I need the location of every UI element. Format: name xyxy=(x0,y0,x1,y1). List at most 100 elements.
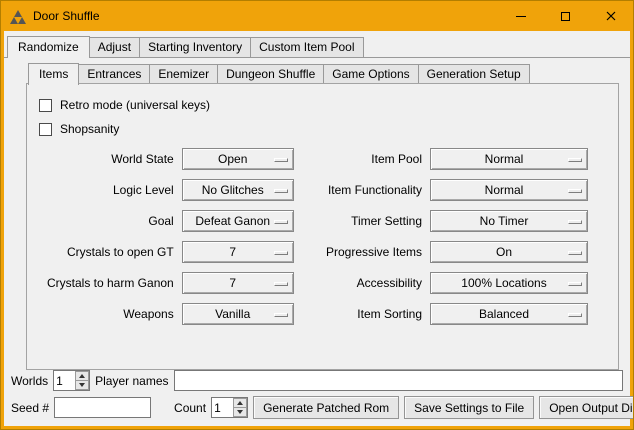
menu-indicator-icon xyxy=(274,220,288,224)
titlebar[interactable]: Door Shuffle xyxy=(1,1,633,31)
accessibility-dropdown[interactable]: 100% Locations xyxy=(430,272,588,294)
subtab-entrances[interactable]: Entrances xyxy=(78,64,150,84)
shopsanity-checkbox-row[interactable]: Shopsanity xyxy=(39,118,610,140)
menu-indicator-icon xyxy=(274,189,288,193)
seed-label: Seed # xyxy=(11,401,49,415)
maximize-button[interactable] xyxy=(543,1,588,31)
count-spinner-buttons xyxy=(233,398,247,417)
checkbox-unchecked-icon[interactable] xyxy=(39,99,52,112)
menu-indicator-icon xyxy=(274,158,288,162)
arrow-up-icon xyxy=(79,374,85,378)
close-icon xyxy=(606,11,616,21)
menu-indicator-icon xyxy=(568,189,582,193)
subtab-enemizer[interactable]: Enemizer xyxy=(149,64,218,84)
retro-mode-label: Retro mode (universal keys) xyxy=(60,98,210,112)
goal-label: Goal xyxy=(47,214,174,228)
worlds-down-button[interactable] xyxy=(75,381,89,390)
worlds-input[interactable] xyxy=(54,371,75,390)
subtab-items[interactable]: Items xyxy=(28,63,79,85)
timer-setting-label: Timer Setting xyxy=(302,214,422,228)
count-up-button[interactable] xyxy=(233,398,247,408)
dropdown-value: On xyxy=(496,245,522,259)
item-functionality-dropdown[interactable]: Normal xyxy=(430,179,588,201)
dropdown-value: Balanced xyxy=(479,307,539,321)
open-output-directory-button[interactable]: Open Output Directory xyxy=(539,396,634,419)
dropdown-value: No Timer xyxy=(480,214,539,228)
accessibility-label: Accessibility xyxy=(302,276,422,290)
items-tab-panel: Retro mode (universal keys) Shopsanity W… xyxy=(26,83,619,370)
generate-patched-rom-button[interactable]: Generate Patched Rom xyxy=(253,396,399,419)
dropdown-value: 100% Locations xyxy=(461,276,556,290)
menu-indicator-icon xyxy=(274,313,288,317)
worlds-row: Worlds Player names xyxy=(11,370,623,391)
dropdown-value: Defeat Ganon xyxy=(195,214,280,228)
worlds-label: Worlds xyxy=(11,374,48,388)
subtab-game-options[interactable]: Game Options xyxy=(323,64,418,84)
dropdown-value: 7 xyxy=(229,245,246,259)
player-names-input[interactable] xyxy=(174,370,624,391)
worlds-spinner xyxy=(53,370,90,391)
crystals-open-gt-label: Crystals to open GT xyxy=(47,245,174,259)
checkbox-unchecked-icon[interactable] xyxy=(39,123,52,136)
crystals-harm-ganon-label: Crystals to harm Ganon xyxy=(47,276,174,290)
logic-level-dropdown[interactable]: No Glitches xyxy=(182,179,294,201)
settings-notebook: Items Entrances Enemizer Dungeon Shuffle… xyxy=(26,63,619,370)
main-tab-bar: Randomize Adjust Starting Inventory Cust… xyxy=(7,36,630,57)
goal-dropdown[interactable]: Defeat Ganon xyxy=(182,210,294,232)
sub-tab-bar: Items Entrances Enemizer Dungeon Shuffle… xyxy=(26,63,619,84)
world-state-label: World State xyxy=(47,152,174,166)
menu-indicator-icon xyxy=(568,220,582,224)
progressive-items-label: Progressive Items xyxy=(302,245,422,259)
timer-setting-dropdown[interactable]: No Timer xyxy=(430,210,588,232)
arrow-down-icon xyxy=(237,410,243,414)
dropdown-value: Open xyxy=(218,152,257,166)
progressive-items-dropdown[interactable]: On xyxy=(430,241,588,263)
menu-indicator-icon xyxy=(274,282,288,286)
dropdown-value: 7 xyxy=(229,276,246,290)
app-icon xyxy=(10,8,26,24)
minimize-icon xyxy=(516,16,526,17)
subtab-dungeon-shuffle[interactable]: Dungeon Shuffle xyxy=(217,64,324,84)
close-button[interactable] xyxy=(588,1,633,31)
tab-starting-inventory[interactable]: Starting Inventory xyxy=(139,37,251,57)
tab-custom-item-pool[interactable]: Custom Item Pool xyxy=(250,37,363,57)
dropdown-value: Normal xyxy=(485,183,534,197)
menu-indicator-icon xyxy=(568,282,582,286)
bottom-controls: Worlds Player names Seed # Count xyxy=(4,370,630,426)
tab-randomize[interactable]: Randomize xyxy=(7,36,90,58)
save-settings-button[interactable]: Save Settings to File xyxy=(404,396,534,419)
count-input[interactable] xyxy=(212,398,233,417)
crystals-harm-ganon-dropdown[interactable]: 7 xyxy=(182,272,294,294)
maximize-icon xyxy=(561,12,570,21)
worlds-up-button[interactable] xyxy=(75,371,89,381)
dropdown-value: No Glitches xyxy=(202,183,274,197)
item-pool-label: Item Pool xyxy=(302,152,422,166)
menu-indicator-icon xyxy=(568,158,582,162)
worlds-spinner-buttons xyxy=(75,371,89,390)
shopsanity-label: Shopsanity xyxy=(60,122,119,136)
door-shuffle-window: Door Shuffle Randomize Adjust Starting I… xyxy=(0,0,634,430)
item-sorting-dropdown[interactable]: Balanced xyxy=(430,303,588,325)
weapons-label: Weapons xyxy=(47,307,174,321)
dropdown-value: Vanilla xyxy=(215,307,260,321)
seed-input[interactable] xyxy=(54,397,151,418)
dropdown-value: Normal xyxy=(485,152,534,166)
crystals-open-gt-dropdown[interactable]: 7 xyxy=(182,241,294,263)
count-spinner xyxy=(211,397,248,418)
weapons-dropdown[interactable]: Vanilla xyxy=(182,303,294,325)
count-down-button[interactable] xyxy=(233,408,247,417)
item-pool-dropdown[interactable]: Normal xyxy=(430,148,588,170)
settings-grid: World State Open Item Pool Normal Logic … xyxy=(47,148,588,325)
item-sorting-label: Item Sorting xyxy=(302,307,422,321)
item-functionality-label: Item Functionality xyxy=(302,183,422,197)
seed-row: Seed # Count Generate Patched Rom Save S… xyxy=(11,396,623,419)
logic-level-label: Logic Level xyxy=(47,183,174,197)
window-controls xyxy=(498,1,633,31)
minimize-button[interactable] xyxy=(498,1,543,31)
tab-adjust[interactable]: Adjust xyxy=(89,37,140,57)
menu-indicator-icon xyxy=(568,313,582,317)
retro-mode-checkbox-row[interactable]: Retro mode (universal keys) xyxy=(39,94,610,116)
world-state-dropdown[interactable]: Open xyxy=(182,148,294,170)
menu-indicator-icon xyxy=(274,251,288,255)
subtab-generation-setup[interactable]: Generation Setup xyxy=(418,64,530,84)
